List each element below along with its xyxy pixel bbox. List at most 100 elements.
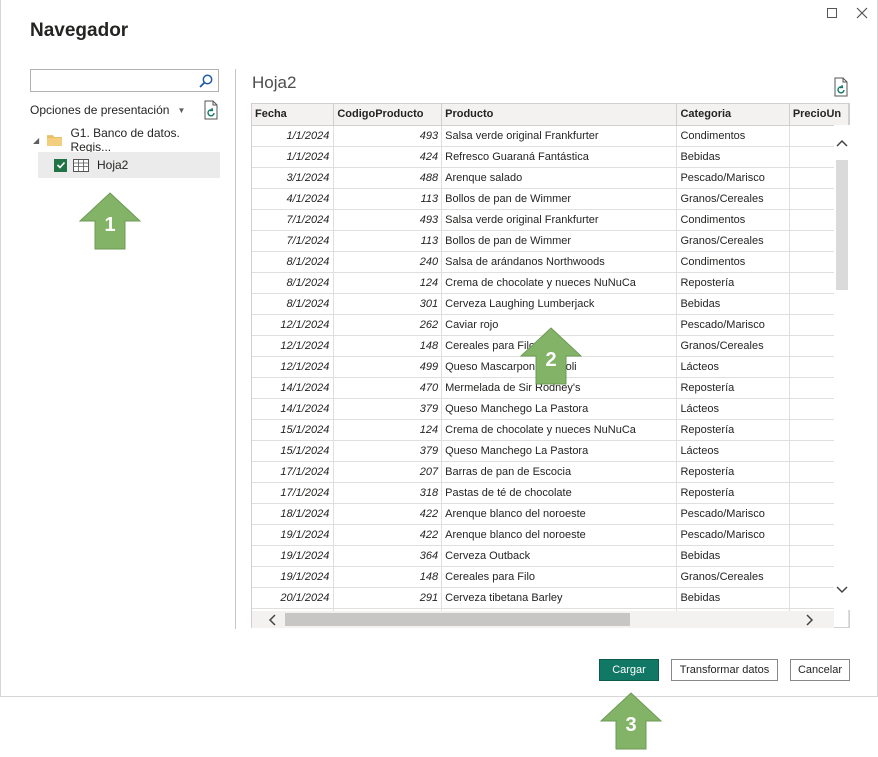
table-cell[interactable]: 14/1/2024 xyxy=(252,377,335,399)
column-header[interactable]: Categoria xyxy=(676,104,790,126)
column-header[interactable]: Fecha xyxy=(252,104,335,126)
table-cell[interactable]: 15/1/2024 xyxy=(252,419,335,441)
table-cell[interactable]: 124 xyxy=(333,272,443,294)
table-cell[interactable]: Bebidas xyxy=(676,587,790,609)
table-cell[interactable]: Repostería xyxy=(676,377,790,399)
table-cell[interactable]: 15/1/2024 xyxy=(252,440,335,462)
table-cell[interactable]: 17/1/2024 xyxy=(252,461,335,483)
table-cell[interactable]: 493 xyxy=(333,209,443,231)
table-row[interactable]: 7/1/2024 113 Bollos de pan de Wimmer Granos… xyxy=(252,230,849,252)
table-row[interactable]: 17/1/2024 318 Pastas de té de chocolate Rep… xyxy=(252,482,849,504)
table-cell[interactable]: Condimentos xyxy=(676,125,790,147)
table-row[interactable]: 20/1/2024 291 Cerveza tibetana Barley Bebid… xyxy=(252,587,849,609)
table-row[interactable]: 1/1/2024 493 Salsa verde original Frankfur… xyxy=(252,125,849,147)
search-icon[interactable] xyxy=(198,73,214,89)
table-cell[interactable]: 12/1/2024 xyxy=(252,314,335,336)
panel-divider[interactable] xyxy=(235,69,236,629)
table-cell[interactable]: Pescado/Marisco xyxy=(676,314,790,336)
table-cell[interactable]: Repostería xyxy=(676,272,790,294)
tree-item-hoja2[interactable]: Hoja2 xyxy=(38,152,220,178)
table-cell[interactable]: 19/1/2024 xyxy=(252,545,335,567)
table-cell[interactable]: Granos/Cereales xyxy=(676,335,790,357)
table-cell[interactable]: 379 xyxy=(333,398,443,420)
table-row[interactable]: 15/1/2024 124 Crema de chocolate y nueces … xyxy=(252,419,849,441)
table-cell[interactable]: Crema de chocolate y nueces NuNuCa xyxy=(441,272,678,294)
table-row[interactable]: 4/1/2024 113 Bollos de pan de Wimmer Granos… xyxy=(252,188,849,210)
table-cell[interactable]: Granos/Cereales xyxy=(676,566,790,588)
table-cell[interactable]: Pescado/Marisco xyxy=(676,524,790,546)
table-cell[interactable]: 12/1/2024 xyxy=(252,356,335,378)
table-cell[interactable]: 470 xyxy=(333,377,443,399)
column-header[interactable]: CodigoProducto xyxy=(333,104,443,126)
table-cell[interactable]: Pescado/Marisco xyxy=(676,167,790,189)
table-cell[interactable]: Repostería xyxy=(676,461,790,483)
table-cell[interactable]: Cerveza Outback xyxy=(441,545,678,567)
table-cell[interactable]: Granos/Cereales xyxy=(676,230,790,252)
horizontal-scroll-thumb[interactable] xyxy=(285,613,630,626)
table-cell[interactable]: Lácteos xyxy=(676,440,790,462)
table-cell[interactable]: Arenque blanco del noroeste xyxy=(441,503,678,525)
table-cell[interactable]: Queso Manchego La Pastora xyxy=(441,398,678,420)
table-cell[interactable]: Bebidas xyxy=(676,293,790,315)
scroll-right-button[interactable] xyxy=(802,612,818,628)
table-cell[interactable]: 493 xyxy=(333,125,443,147)
display-options-dropdown[interactable]: Opciones de presentación ▼ xyxy=(30,103,185,117)
load-button[interactable]: Cargar xyxy=(599,659,659,681)
refresh-preview-icon[interactable] xyxy=(833,77,849,97)
table-cell[interactable]: 379 xyxy=(333,440,443,462)
table-cell[interactable]: 301 xyxy=(333,293,443,315)
close-button[interactable] xyxy=(853,4,871,22)
table-row[interactable]: 18/1/2024 422 Arenque blanco del noroeste P… xyxy=(252,503,849,525)
table-row[interactable]: 19/1/2024 422 Arenque blanco del noroeste P… xyxy=(252,524,849,546)
table-cell[interactable]: 19/1/2024 xyxy=(252,524,335,546)
table-cell[interactable]: 12/1/2024 xyxy=(252,335,335,357)
scroll-left-button[interactable] xyxy=(264,612,280,628)
item-checkbox[interactable] xyxy=(54,158,67,172)
table-cell[interactable]: 7/1/2024 xyxy=(252,209,335,231)
table-row[interactable]: 8/1/2024 124 Crema de chocolate y nueces N… xyxy=(252,272,849,294)
table-cell[interactable]: Lácteos xyxy=(676,398,790,420)
search-input[interactable] xyxy=(35,72,195,89)
table-row[interactable]: 7/1/2024 493 Salsa verde original Frankfur… xyxy=(252,209,849,231)
table-cell[interactable]: 8/1/2024 xyxy=(252,272,335,294)
table-row[interactable]: 8/1/2024 240 Salsa de arándanos Northwoods… xyxy=(252,251,849,273)
table-cell[interactable]: Bebidas xyxy=(676,545,790,567)
table-row[interactable]: 14/1/2024 379 Queso Manchego La Pastora Lác… xyxy=(252,398,849,420)
table-row[interactable]: 15/1/2024 379 Queso Manchego La Pastora Lác… xyxy=(252,440,849,462)
table-cell[interactable]: Pescado/Marisco xyxy=(676,503,790,525)
table-cell[interactable]: 262 xyxy=(333,314,443,336)
scroll-up-button[interactable] xyxy=(834,135,850,151)
tree-folder-node[interactable]: ◢ G1. Banco de datos. Regis... xyxy=(33,126,221,154)
column-header[interactable]: PrecioUn xyxy=(789,104,849,126)
table-cell[interactable]: 19/1/2024 xyxy=(252,566,335,588)
vertical-scrollbar[interactable] xyxy=(834,125,850,610)
table-cell[interactable]: 148 xyxy=(333,335,443,357)
column-header[interactable]: Producto xyxy=(441,104,678,126)
table-cell[interactable]: 422 xyxy=(333,503,443,525)
cancel-button[interactable]: Cancelar xyxy=(790,659,850,681)
table-cell[interactable]: Salsa de arándanos Northwoods xyxy=(441,251,678,273)
table-cell[interactable]: Condimentos xyxy=(676,251,790,273)
table-cell[interactable]: 7/1/2024 xyxy=(252,230,335,252)
expand-triangle-icon[interactable]: ◢ xyxy=(33,136,47,145)
table-cell[interactable]: 488 xyxy=(333,167,443,189)
table-cell[interactable]: 8/1/2024 xyxy=(252,293,335,315)
table-cell[interactable]: 240 xyxy=(333,251,443,273)
table-cell[interactable]: 17/1/2024 xyxy=(252,482,335,504)
table-row[interactable]: 8/1/2024 301 Cerveza Laughing Lumberjack Be… xyxy=(252,293,849,315)
table-cell[interactable]: 424 xyxy=(333,146,443,168)
table-row[interactable]: 19/1/2024 148 Cereales para Filo Granos/Cer… xyxy=(252,566,849,588)
table-cell[interactable]: Arenque salado xyxy=(441,167,678,189)
table-cell[interactable]: 20/1/2024 xyxy=(252,587,335,609)
table-cell[interactable]: 14/1/2024 xyxy=(252,398,335,420)
table-cell[interactable]: Lácteos xyxy=(676,356,790,378)
table-cell[interactable]: Bollos de pan de Wimmer xyxy=(441,230,678,252)
table-cell[interactable]: Pastas de té de chocolate xyxy=(441,482,678,504)
table-cell[interactable]: Granos/Cereales xyxy=(676,188,790,210)
vertical-scroll-thumb[interactable] xyxy=(836,160,848,290)
table-cell[interactable]: Salsa verde original Frankfurter xyxy=(441,125,678,147)
scroll-down-button[interactable] xyxy=(834,582,850,598)
table-row[interactable]: 1/1/2024 424 Refresco Guaraná Fantástica Be… xyxy=(252,146,849,168)
table-cell[interactable]: Queso Manchego La Pastora xyxy=(441,440,678,462)
table-cell[interactable]: Condimentos xyxy=(676,209,790,231)
